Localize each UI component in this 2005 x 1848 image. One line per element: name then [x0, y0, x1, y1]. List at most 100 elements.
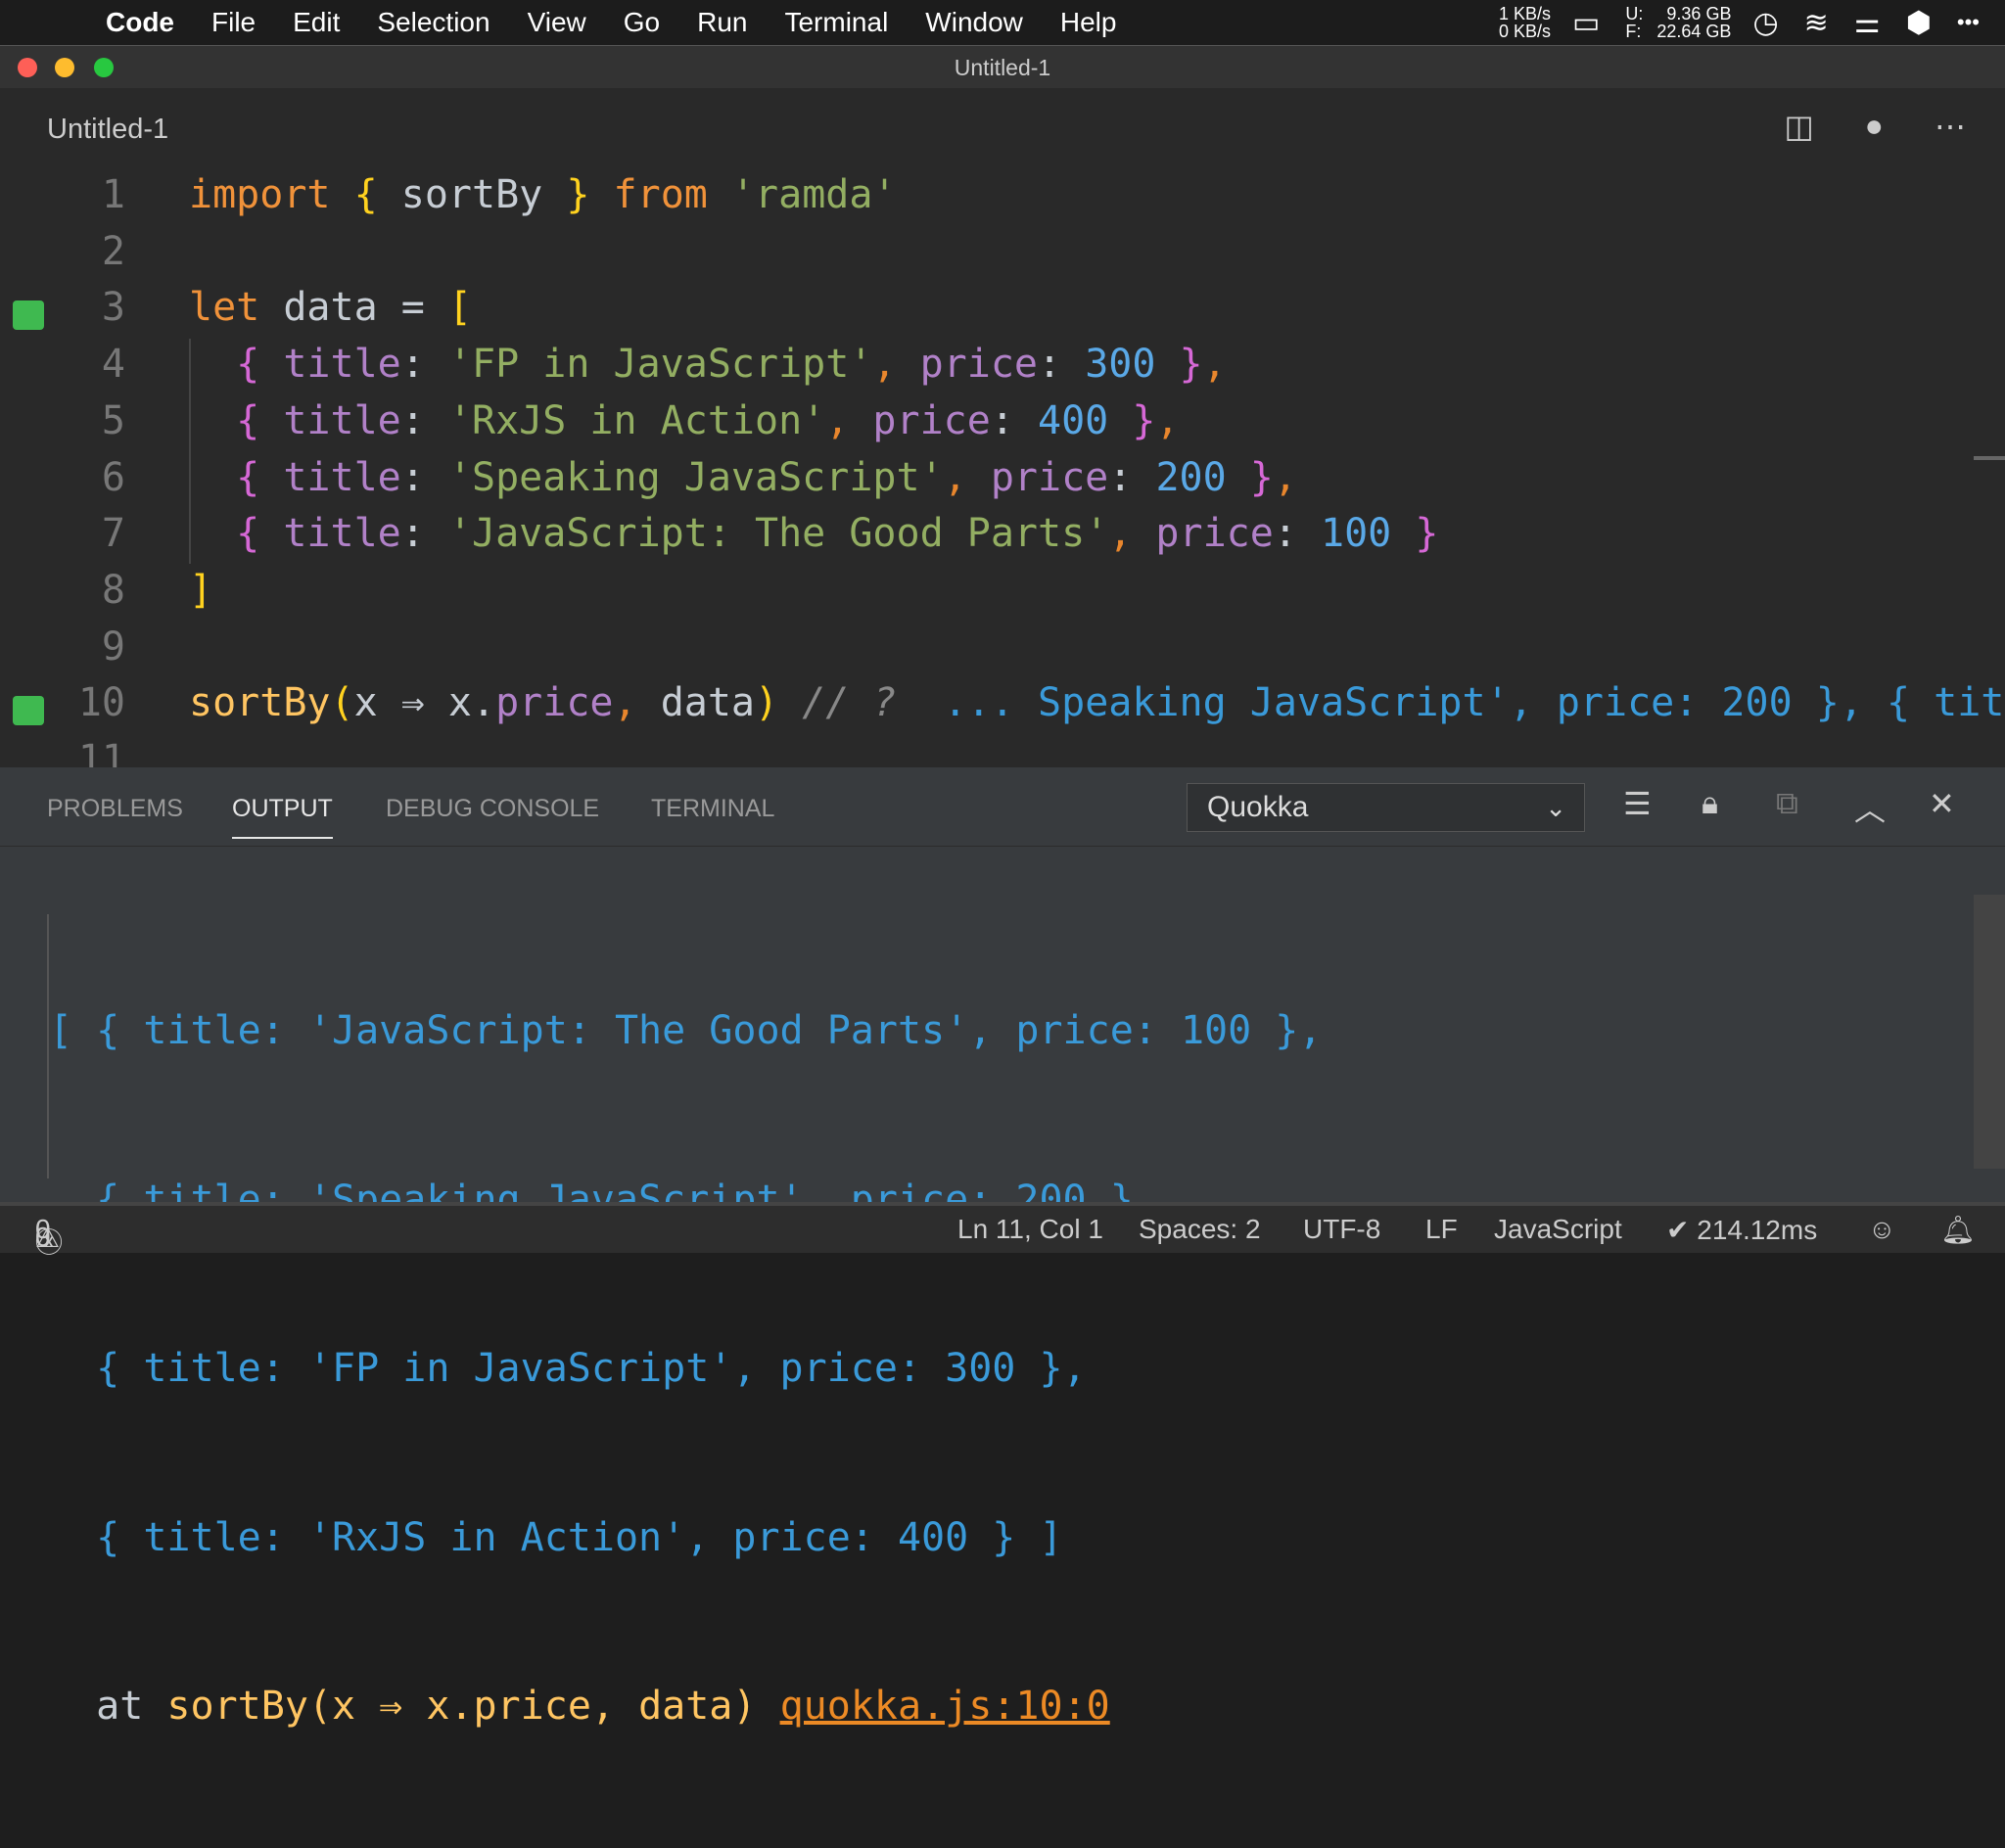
code-token: ( — [330, 680, 354, 726]
notifications-bell-icon[interactable]: 🔔︎ — [1940, 1214, 1976, 1246]
code-token: title — [259, 454, 401, 500]
mem-free: 22.64 GB — [1656, 22, 1732, 41]
tab-terminal[interactable]: TERMINAL — [651, 795, 774, 823]
maximize-panel-icon[interactable]: ︿ — [1854, 785, 1886, 830]
wifi-icon[interactable]: ≋ — [1804, 6, 1829, 40]
network-stats[interactable]: 1 KB/s 0 KB/s — [1499, 5, 1551, 40]
lock-icon[interactable]: 🔒︎ — [1702, 785, 1718, 822]
line-number: 2 — [101, 228, 125, 274]
code-token: data — [660, 680, 756, 726]
more-icon[interactable]: ••• — [1957, 10, 1980, 35]
code-token: { — [353, 172, 378, 217]
code-token: // ? — [778, 680, 897, 726]
code-token: , — [1108, 511, 1156, 557]
open-log-icon[interactable]: ⧉ — [1776, 785, 1798, 822]
menu-app[interactable]: Code — [78, 7, 193, 38]
code-line: 11 — [0, 737, 2005, 767]
zoom-window-button[interactable] — [94, 58, 114, 77]
feedback-icon[interactable]: ☺ — [1868, 1214, 1896, 1245]
output-text[interactable]: [ { title: 'JavaScript: The Good Parts',… — [49, 891, 1322, 1848]
code-token: } — [1249, 454, 1274, 500]
code-token: : — [1108, 454, 1156, 500]
code-line: 10 sortBy(x ⇒ x.price, data) // ? ... Spe… — [0, 680, 2005, 736]
code-token: ) — [755, 680, 779, 726]
tab-debug-console[interactable]: DEBUG CONSOLE — [386, 795, 599, 823]
code-token: , — [1202, 342, 1227, 388]
menu-file[interactable]: File — [193, 7, 274, 38]
code-text: { title: 'RxJS in Action', price: 400 }, — [189, 397, 1179, 443]
output-channel-value: Quokka — [1207, 791, 1309, 823]
code-token: title — [259, 342, 401, 388]
problems-indicator[interactable]: ⓧ 0 ⚠ 0 — [35, 1214, 63, 1258]
menu-window[interactable]: Window — [907, 7, 1042, 38]
split-editor-icon[interactable]: ◫ — [1784, 108, 1813, 145]
code-token: 'JavaScript: The Good Parts' — [447, 511, 1109, 557]
code-token: title — [259, 397, 401, 443]
tab-output[interactable]: OUTPUT — [232, 795, 333, 839]
cursor-position[interactable]: Ln 11, Col 1 — [957, 1214, 1103, 1245]
memory-stats[interactable]: U: F: 9.36 GB 22.64 GB — [1625, 5, 1731, 40]
tab-problems[interactable]: PROBLEMS — [47, 795, 183, 823]
output-trace: at sortBy(x ⇒ x.price, data) quokka.js:1… — [49, 1679, 1322, 1735]
warning-icon: ⚠ — [35, 1223, 61, 1253]
menu-selection[interactable]: Selection — [358, 7, 508, 38]
close-window-button[interactable] — [18, 58, 37, 77]
code-text: { title: 'JavaScript: The Good Parts', p… — [189, 511, 1438, 556]
trace-prefix: at — [49, 1684, 167, 1729]
menu-view[interactable]: View — [509, 7, 605, 38]
more-actions-icon[interactable]: ⋯ — [1935, 108, 1966, 145]
menu-terminal[interactable]: Terminal — [766, 7, 907, 38]
code-token: let — [189, 285, 260, 331]
close-panel-icon[interactable]: ✕ — [1929, 785, 1955, 822]
quokka-timing[interactable]: ✔ 214.12ms — [1666, 1214, 1817, 1246]
menu-edit[interactable]: Edit — [274, 7, 358, 38]
clock-icon[interactable]: ◷ — [1752, 6, 1778, 40]
control-center-icon[interactable]: ⚌ — [1854, 6, 1881, 40]
code-line: 1 import { sortBy } from 'ramda' — [0, 172, 2005, 228]
code-token: : — [400, 454, 448, 500]
menu-run[interactable]: Run — [678, 7, 766, 38]
code-token: sortBy — [377, 172, 567, 217]
code-editor[interactable]: 1 import { sortBy } from 'ramda' 2 3 let dat… — [0, 172, 2005, 767]
line-number: 6 — [101, 454, 125, 500]
menu-help[interactable]: Help — [1042, 7, 1136, 38]
encoding[interactable]: UTF-8 — [1303, 1214, 1380, 1245]
indentation[interactable]: Spaces: 2 — [1139, 1214, 1261, 1245]
clear-output-icon[interactable]: ☰ — [1623, 785, 1652, 822]
code-token: } — [566, 172, 590, 217]
source-link[interactable]: quokka.js:10:0 — [780, 1684, 1110, 1729]
code-token: 'ramda' — [730, 172, 897, 217]
code-line: 8] — [0, 568, 2005, 624]
minimize-window-button[interactable] — [55, 58, 74, 77]
line-number: 9 — [101, 624, 125, 670]
unsaved-dot-icon[interactable]: ● — [1865, 108, 1884, 145]
code-token: , — [1273, 454, 1297, 500]
line-number: 3 — [101, 285, 125, 331]
line-number: 8 — [101, 567, 125, 613]
language-mode[interactable]: JavaScript — [1494, 1214, 1622, 1245]
mem-free-label: F: — [1625, 22, 1642, 41]
line-number: 7 — [101, 511, 125, 557]
battery-icon[interactable]: ▭ — [1572, 6, 1600, 40]
net-up: 1 KB/s — [1499, 4, 1552, 23]
tab-untitled-1[interactable]: Untitled-1 — [47, 114, 168, 146]
code-text: { title: 'Speaking JavaScript', price: 2… — [189, 455, 1297, 500]
panel-scrollbar[interactable] — [1974, 895, 2005, 1169]
code-token: price — [1155, 511, 1274, 557]
code-text: { title: 'FP in JavaScript', price: 300 … — [189, 342, 1227, 387]
code-token: { — [236, 342, 260, 388]
code-token: { — [236, 397, 260, 443]
end-of-line[interactable]: LF — [1425, 1214, 1458, 1245]
code-token: 400 — [1038, 397, 1109, 443]
code-token: 300 — [1085, 342, 1156, 388]
app-status-icon[interactable]: ⬢ — [1906, 6, 1932, 40]
code-token: import — [189, 172, 331, 217]
code-token: { — [236, 511, 260, 557]
output-channel-select[interactable]: Quokka ⌄ — [1187, 783, 1585, 832]
menu-go[interactable]: Go — [605, 7, 678, 38]
code-token: } — [1179, 342, 1203, 388]
code-token: 'FP in JavaScript' — [447, 342, 873, 388]
